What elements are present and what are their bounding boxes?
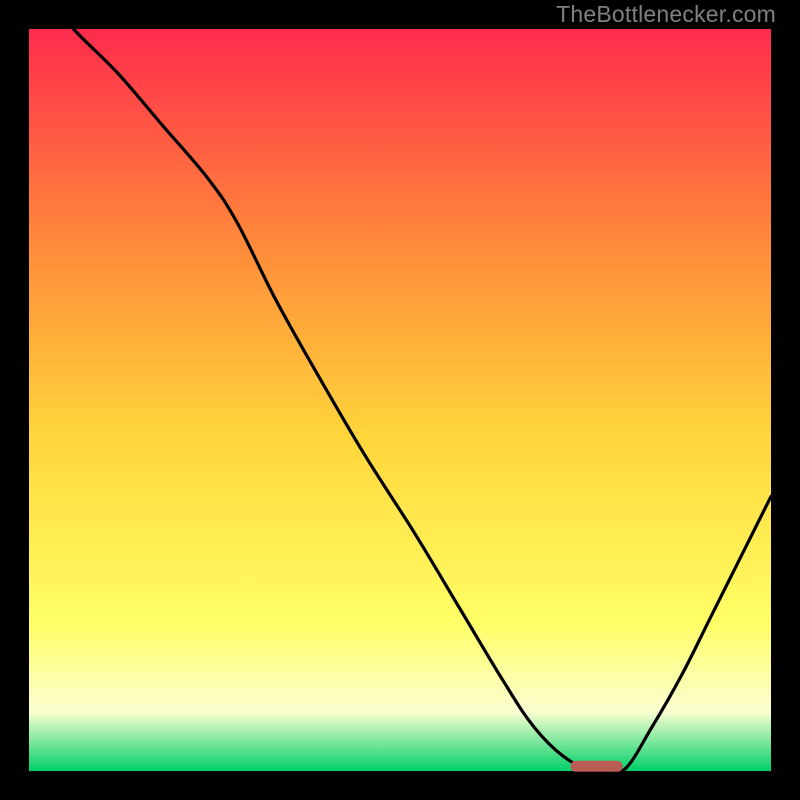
chart-frame: TheBottlenecker.com <box>0 0 800 800</box>
watermark-text: TheBottlenecker.com <box>556 1 776 28</box>
gradient-background <box>29 29 771 771</box>
bottleneck-chart <box>0 0 800 800</box>
optimal-marker <box>571 761 623 772</box>
